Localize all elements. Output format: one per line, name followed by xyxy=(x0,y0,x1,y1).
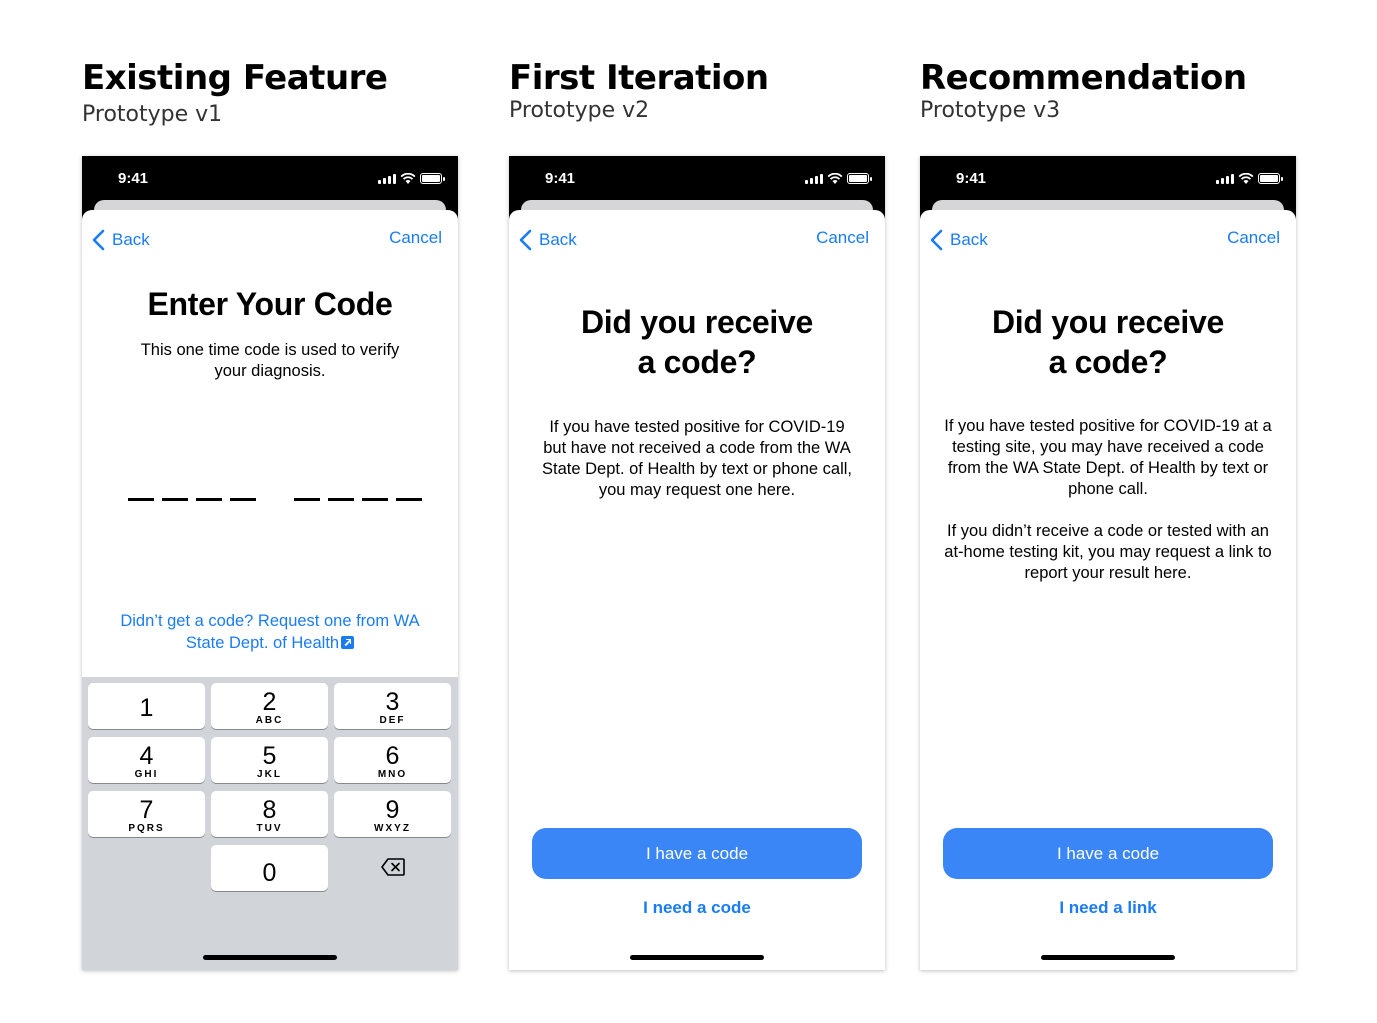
request-code-link[interactable]: Didn’t get a code? Request one from WA S… xyxy=(82,610,458,654)
code-digit-slot xyxy=(162,498,188,501)
title-line-1: Did you receive xyxy=(580,304,814,340)
code-digit-slot xyxy=(294,498,320,501)
back-button[interactable]: Back xyxy=(517,228,577,252)
delete-key[interactable] xyxy=(334,845,451,891)
page-title: Enter Your Code xyxy=(147,286,393,322)
code-digit-slot xyxy=(396,498,422,501)
key-6[interactable]: 6 MNO xyxy=(334,737,451,783)
status-time: 9:41 xyxy=(545,170,576,187)
code-digit-slot xyxy=(328,498,354,501)
chevron-left-icon xyxy=(930,229,943,251)
column-header-v1: Existing Feature Prototype v1 xyxy=(82,58,388,128)
status-bar: 9:41 xyxy=(82,156,458,202)
phone-prototype-v1: 9:41 Back Cancel Enter Your Code This on… xyxy=(82,156,458,970)
battery-icon xyxy=(1258,173,1283,184)
column-header-v3: Recommendation Prototype v3 xyxy=(920,58,1247,124)
chevron-left-icon xyxy=(519,229,532,251)
numeric-keypad: 1 2 ABC 3 DEF 4 GHI 5 JKL 6 MNO 7 PQRS 8 TUV 9W… xyxy=(82,677,458,970)
column-subtitle: Prototype v3 xyxy=(920,98,1061,123)
back-button[interactable]: Back xyxy=(90,228,150,252)
code-input[interactable] xyxy=(128,498,422,501)
battery-icon xyxy=(420,173,445,184)
description-text-1: If you have tested positive for COVID-19… xyxy=(944,417,1272,498)
home-indicator xyxy=(1041,955,1175,960)
wifi-icon xyxy=(1238,173,1254,184)
title-line-2: a code? xyxy=(1048,344,1168,380)
page-title: Did you receive a code? xyxy=(920,302,1296,382)
home-indicator xyxy=(203,955,337,960)
key-1[interactable]: 1 xyxy=(88,683,205,729)
column-title: Existing Feature xyxy=(82,58,388,98)
external-link-icon xyxy=(341,636,355,649)
cancel-button[interactable]: Cancel xyxy=(1227,228,1280,248)
key-7[interactable]: 7 PQRS xyxy=(88,791,205,837)
column-header-v2: First Iteration Prototype v2 xyxy=(509,58,769,124)
page-title: Did you receive a code? xyxy=(509,302,885,382)
cellular-signal-icon xyxy=(1216,174,1234,184)
phone-prototype-v2: 9:41 Back Cancel Did you receive a code?… xyxy=(509,156,885,970)
description-text: This one time code is used to verify you… xyxy=(140,341,400,380)
key-5[interactable]: 5 JKL xyxy=(211,737,328,783)
cellular-signal-icon xyxy=(378,174,396,184)
request-code-link-text: Didn’t get a code? Request one from WA S… xyxy=(120,612,420,652)
code-digit-slot xyxy=(196,498,222,501)
back-button[interactable]: Back xyxy=(928,228,988,252)
column-title: First Iteration xyxy=(509,58,769,98)
battery-icon xyxy=(847,173,872,184)
code-digit-slot xyxy=(128,498,154,501)
code-digit-slot xyxy=(362,498,388,501)
modal-sheet: Back Cancel Enter Your Code This one tim… xyxy=(82,210,458,970)
have-code-button[interactable]: I have a code xyxy=(532,828,862,879)
wifi-icon xyxy=(400,173,416,184)
column-subtitle: Prototype v2 xyxy=(509,98,650,123)
have-code-button[interactable]: I have a code xyxy=(943,828,1273,879)
chevron-left-icon xyxy=(92,229,105,251)
key-2[interactable]: 2 ABC xyxy=(211,683,328,729)
title-line-1: Did you receive xyxy=(991,304,1225,340)
code-digit-slot xyxy=(230,498,256,501)
status-bar: 9:41 xyxy=(509,156,885,202)
key-3[interactable]: 3 DEF xyxy=(334,683,451,729)
title-line-2: a code? xyxy=(637,344,757,380)
status-time: 9:41 xyxy=(118,170,149,187)
cancel-button[interactable]: Cancel xyxy=(389,228,442,248)
column-title: Recommendation xyxy=(920,58,1247,98)
need-link-button[interactable]: I need a link xyxy=(920,898,1296,918)
need-code-button[interactable]: I need a code xyxy=(509,898,885,918)
key-8[interactable]: 8 TUV xyxy=(211,791,328,837)
key-0[interactable]: 0 xyxy=(211,845,328,891)
back-label: Back xyxy=(539,230,577,249)
status-time: 9:41 xyxy=(956,170,987,187)
key-4[interactable]: 4 GHI xyxy=(88,737,205,783)
back-label: Back xyxy=(112,230,150,249)
home-indicator xyxy=(630,955,764,960)
description-text-2: If you didn’t receive a code or tested w… xyxy=(944,522,1272,582)
description-text: If you have tested positive for COVID-19… xyxy=(541,418,852,499)
backspace-icon xyxy=(380,857,405,876)
status-bar: 9:41 xyxy=(920,156,1296,202)
cellular-signal-icon xyxy=(805,174,823,184)
key-9[interactable]: 9 WXYZ xyxy=(334,791,451,837)
cancel-button[interactable]: Cancel xyxy=(816,228,869,248)
modal-sheet: Back Cancel Did you receive a code? If y… xyxy=(920,210,1296,970)
column-subtitle: Prototype v1 xyxy=(82,102,223,127)
wifi-icon xyxy=(827,173,843,184)
phone-prototype-v3: 9:41 Back Cancel Did you receive a code?… xyxy=(920,156,1296,970)
back-label: Back xyxy=(950,230,988,249)
modal-sheet: Back Cancel Did you receive a code? If y… xyxy=(509,210,885,970)
